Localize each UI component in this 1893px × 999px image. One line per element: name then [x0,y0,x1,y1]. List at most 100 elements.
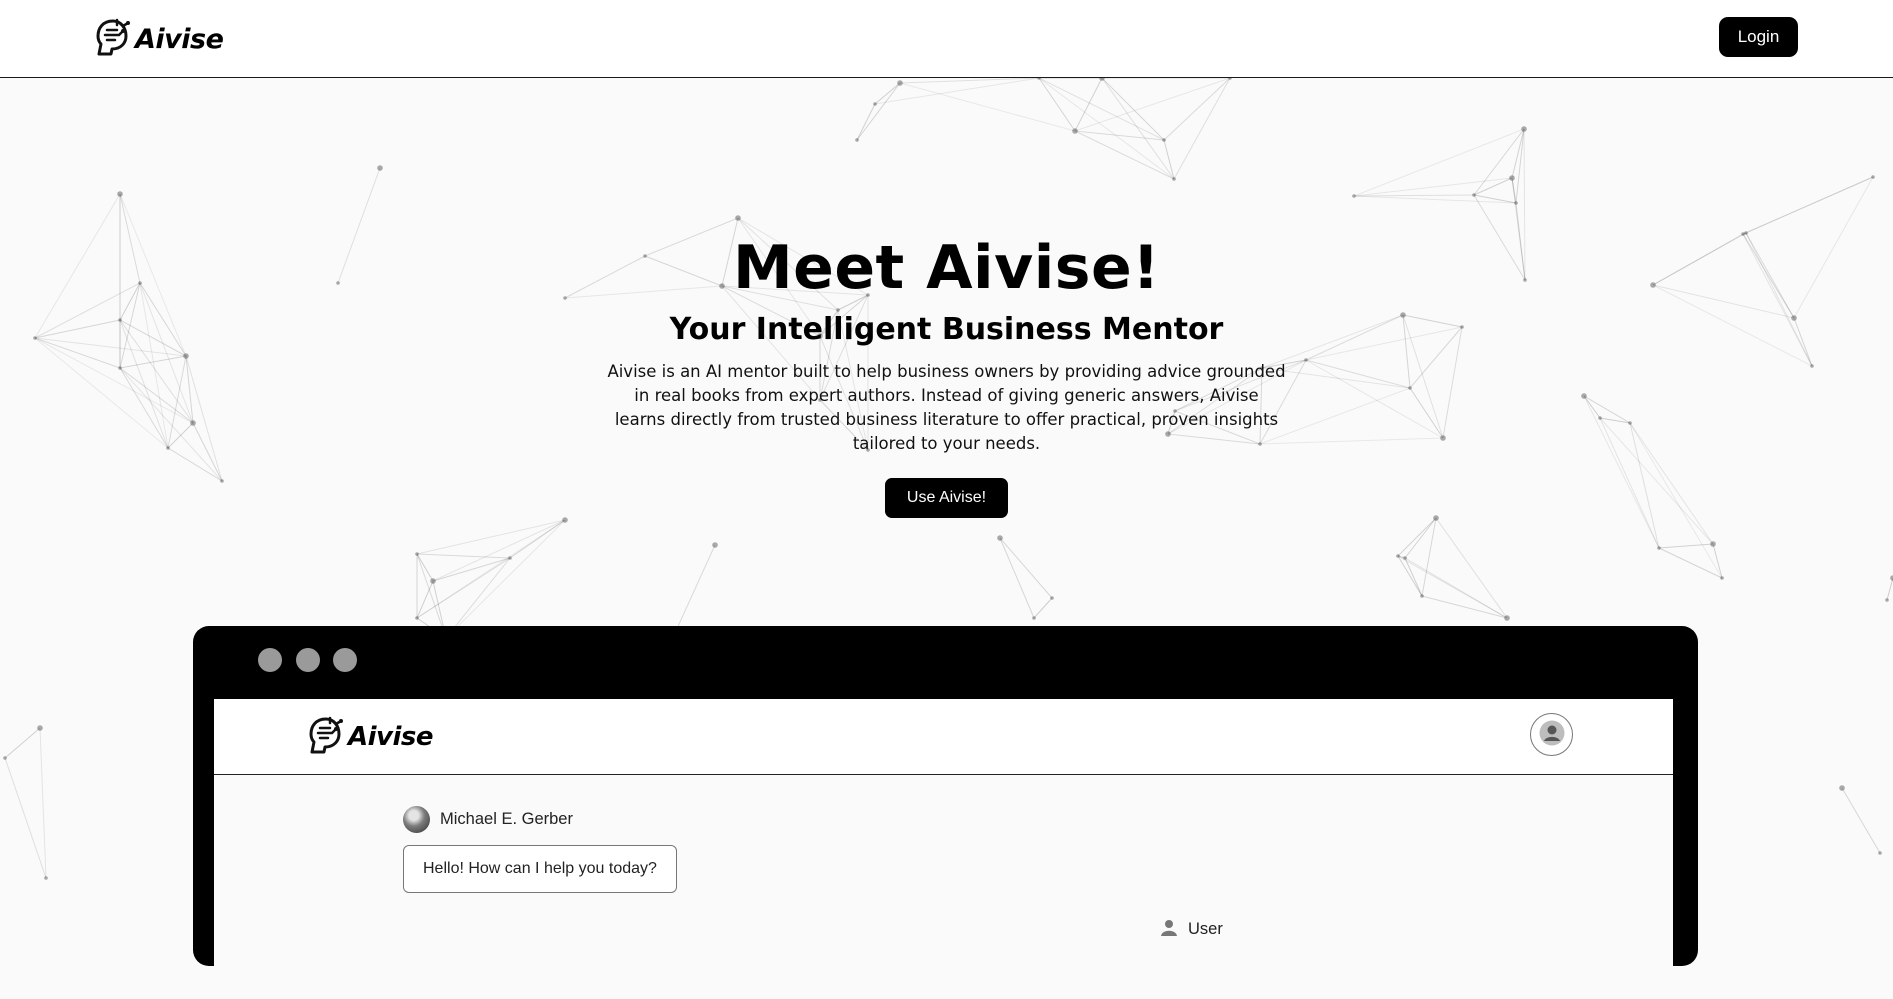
bot-message-meta: Michael E. Gerber [403,806,573,833]
brand-name: Aivise [135,23,224,55]
network-node [1162,138,1166,142]
network-node [117,191,123,197]
network-line [1163,78,1231,141]
network-node [855,138,859,142]
network-node [1504,615,1510,621]
app-brand-logo: Aivise [306,714,434,760]
network-line [856,82,901,141]
network-node [415,552,419,556]
network-line [1033,597,1053,619]
network-node [1172,177,1176,181]
network-node [562,517,568,523]
network-line [1074,130,1175,180]
network-line [1353,195,1517,204]
network-node [1521,126,1527,132]
user-message-meta: User [1160,918,1223,940]
user-avatar-icon [1539,720,1565,750]
network-line [1173,78,1231,180]
hero-section: Meet Aivise! Your Intelligent Business M… [0,228,1893,518]
hero-subtitle: Your Intelligent Business Mentor [669,312,1224,347]
network-node [1396,554,1400,558]
network-node [873,102,877,106]
network-line [674,544,716,634]
app-preview-screen: Aivise Michael E. Gerber Hello! How can … [214,699,1673,999]
network-node [430,578,436,584]
network-node [1032,616,1036,620]
network-line [1742,176,1874,235]
user-icon [1160,918,1178,940]
network-line [1038,78,1165,141]
network-line [999,537,1035,619]
sender-name: User [1188,919,1223,938]
network-node [1885,598,1889,602]
network-line [899,78,1040,84]
network-node [897,80,903,86]
window-dot [258,648,282,672]
network-node [735,215,741,221]
network-line [39,727,47,879]
network-line [1353,194,1475,197]
network-node [1352,194,1356,198]
network-node [415,616,419,620]
brand-logo[interactable]: Aivise [93,16,224,62]
network-node [1878,851,1882,855]
network-line [432,557,511,582]
network-node [1514,201,1518,205]
login-button[interactable]: Login [1719,17,1798,57]
network-node [1720,576,1724,580]
network-node [1472,193,1476,197]
network-line [1397,555,1423,597]
network-node [508,556,512,560]
network-line [1515,128,1525,204]
chat-bubble: Hello! How can I help you today? [403,845,677,893]
robot-head-logo-icon [93,16,133,62]
network-line [4,757,47,879]
hero-description: Aivise is an AI mentor built to help bus… [607,362,1286,453]
network-line [1101,78,1165,141]
network-line [1658,543,1714,549]
app-brand-name: Aivise [348,722,434,752]
network-node [44,876,48,880]
network-node [1657,546,1661,550]
app-header: Aivise [214,699,1673,775]
network-line [416,519,566,555]
network-line [1435,517,1508,619]
network-line [1404,557,1423,597]
network-node [997,535,1003,541]
network-line [899,82,1076,132]
network-line [1397,555,1508,619]
browser-mockup: Aivise Michael E. Gerber Hello! How can … [193,626,1698,999]
network-node [1839,785,1845,791]
use-aivise-button[interactable]: Use Aivise! [885,478,1008,518]
network-node [1420,594,1424,598]
network-node [1509,175,1515,181]
network-node [377,165,383,171]
network-node [1403,556,1407,560]
network-node [37,725,43,731]
network-line [1101,78,1175,180]
window-dot [333,648,357,672]
network-line [1038,78,1175,180]
profile-button[interactable] [1530,713,1573,756]
network-node [1050,596,1054,600]
network-line [1712,543,1723,579]
network-line [999,537,1053,599]
window-dot [296,648,320,672]
author-avatar [403,806,430,833]
network-line [1841,787,1881,854]
network-node [1871,175,1875,179]
network-line [4,727,41,759]
network-node [1072,128,1078,134]
network-line [445,519,566,639]
robot-head-logo-icon [306,714,346,760]
network-line [1886,577,1893,601]
network-line [416,553,511,559]
hero-title: Meet Aivise! [732,233,1161,303]
sender-name: Michael E. Gerber [440,810,573,828]
network-node [3,756,7,760]
network-node [1710,541,1716,547]
top-navigation: Aivise Login [0,0,1893,78]
network-line [1404,517,1437,559]
network-node [712,542,718,548]
network-line [856,103,876,141]
